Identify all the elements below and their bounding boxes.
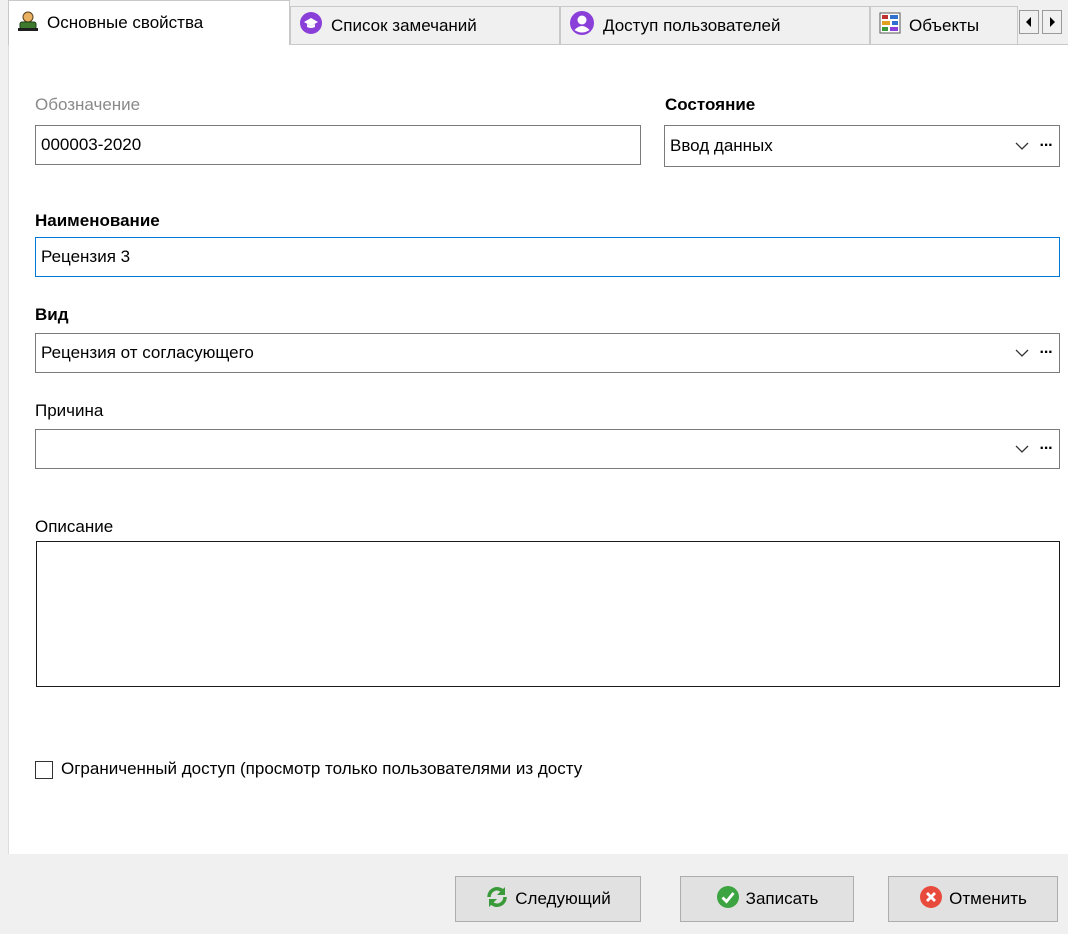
ellipsis-button[interactable]: ··· xyxy=(1033,440,1059,458)
tab-label: Список замечаний xyxy=(331,15,477,35)
restricted-access-label[interactable]: Ограниченный доступ (просмотр только пол… xyxy=(61,759,582,779)
state-combo[interactable]: Ввод данных ··· xyxy=(664,125,1060,167)
tab-scroll-left-button[interactable] xyxy=(1019,10,1039,34)
tab-main-properties[interactable]: Основные свойства xyxy=(8,0,290,45)
name-value: Рецензия 3 xyxy=(41,247,131,266)
name-field[interactable]: Рецензия 3 xyxy=(35,237,1060,277)
kind-label: Вид xyxy=(35,305,69,324)
save-button[interactable]: Записать xyxy=(680,876,854,922)
check-icon xyxy=(716,885,740,914)
tab-bar: Основные свойства Список замечаний Досту… xyxy=(0,0,1068,45)
chevron-down-icon[interactable] xyxy=(1011,142,1033,150)
arrow-left-icon xyxy=(1026,17,1031,27)
user-icon xyxy=(17,10,39,37)
chevron-down-icon[interactable] xyxy=(1011,445,1033,453)
designation-label: Обозначение xyxy=(35,95,141,114)
tab-remarks-list[interactable]: Список замечаний xyxy=(290,6,560,44)
person-icon xyxy=(569,10,595,41)
name-label: Наименование xyxy=(35,211,160,230)
tab-label: Объекты xyxy=(909,15,980,35)
designation-value: 000003-2020 xyxy=(41,135,142,154)
next-button-label: Следующий xyxy=(515,889,611,908)
next-button[interactable]: Следующий xyxy=(455,876,641,922)
state-label: Состояние xyxy=(665,95,756,114)
ellipsis-button[interactable]: ··· xyxy=(1033,137,1059,155)
tab-scroll-right-button[interactable] xyxy=(1042,10,1062,34)
chevron-down-icon[interactable] xyxy=(1011,349,1033,357)
save-button-label: Записать xyxy=(745,889,819,908)
tab-label: Основные свойства xyxy=(47,13,204,32)
restricted-access-checkbox[interactable] xyxy=(35,761,53,779)
tab-label: Доступ пользователей xyxy=(603,15,781,35)
cancel-button[interactable]: Отменить xyxy=(888,876,1058,922)
refresh-icon xyxy=(485,885,509,914)
tab-objects[interactable]: Объекты xyxy=(870,6,1018,44)
state-value: Ввод данных xyxy=(670,136,773,155)
cancel-button-label: Отменить xyxy=(949,889,1027,908)
tab-user-access[interactable]: Доступ пользователей xyxy=(560,6,870,44)
description-textarea[interactable] xyxy=(36,541,1060,687)
main-properties-panel: Обозначение 000003-2020 Состояние Ввод д… xyxy=(8,44,1068,855)
reason-combo[interactable]: ··· xyxy=(35,429,1060,469)
ellipsis-button[interactable]: ··· xyxy=(1033,344,1059,362)
arrow-right-icon xyxy=(1050,17,1055,27)
close-icon xyxy=(919,885,943,914)
reason-label: Причина xyxy=(35,401,104,420)
cap-icon xyxy=(299,11,323,40)
designation-field[interactable]: 000003-2020 xyxy=(35,125,641,165)
button-bar: Следующий Записать Отменить xyxy=(0,854,1068,934)
kind-combo[interactable]: Рецензия от согласующего ··· xyxy=(35,333,1060,373)
kind-value: Рецензия от согласующего xyxy=(41,343,254,362)
description-label: Описание xyxy=(35,517,114,536)
objects-icon xyxy=(879,12,901,39)
